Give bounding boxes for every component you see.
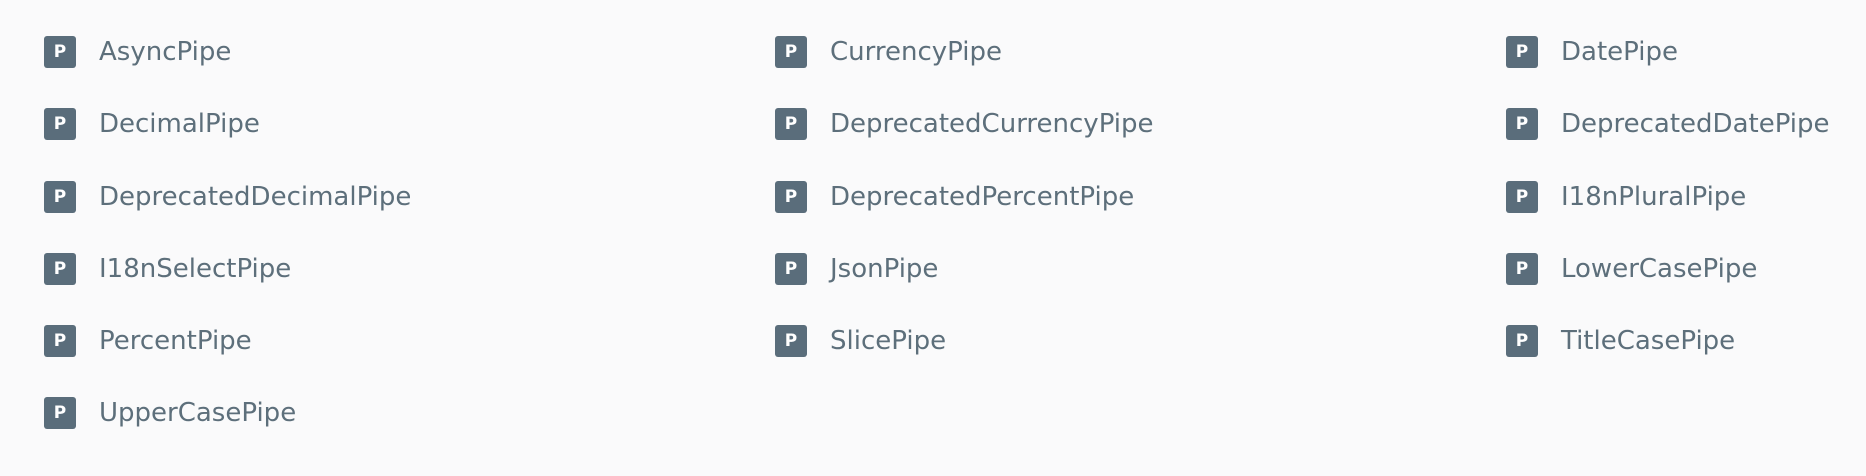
api-item-label: DecimalPipe	[99, 109, 260, 139]
api-item-label: UpperCasePipe	[99, 398, 297, 428]
api-item-percentpipe[interactable]: P PercentPipe	[44, 321, 252, 361]
api-item-deprecateddecimalpipe[interactable]: P DeprecatedDecimalPipe	[44, 177, 411, 217]
pipe-badge-icon: P	[44, 397, 76, 429]
pipe-badge-icon: P	[44, 108, 76, 140]
api-item-label: DeprecatedPercentPipe	[830, 182, 1135, 212]
api-item-uppercasepipe[interactable]: P UpperCasePipe	[44, 393, 296, 433]
api-item-label: LowerCasePipe	[1561, 254, 1758, 284]
pipe-badge-icon: P	[775, 36, 807, 68]
pipe-badge-icon: P	[1506, 181, 1538, 213]
api-item-deprecatedpercentpipe[interactable]: P DeprecatedPercentPipe	[775, 177, 1134, 217]
api-item-deprecateddatepipe[interactable]: P DeprecatedDatePipe	[1506, 104, 1830, 144]
api-item-currencypipe[interactable]: P CurrencyPipe	[775, 32, 1002, 72]
api-item-deprecatedcurrencypipe[interactable]: P DeprecatedCurrencyPipe	[775, 104, 1154, 144]
pipe-badge-icon: P	[1506, 253, 1538, 285]
api-item-slicepipe[interactable]: P SlicePipe	[775, 321, 946, 361]
api-item-label: DeprecatedDecimalPipe	[99, 182, 412, 212]
api-item-label: CurrencyPipe	[830, 37, 1002, 67]
api-pipe-list: P AsyncPipe P CurrencyPipe P DatePipe P …	[0, 0, 1866, 476]
api-item-datepipe[interactable]: P DatePipe	[1506, 32, 1678, 72]
pipe-badge-icon: P	[775, 181, 807, 213]
api-item-asyncpipe[interactable]: P AsyncPipe	[44, 32, 231, 72]
pipe-badge-icon: P	[775, 108, 807, 140]
api-item-label: DatePipe	[1561, 37, 1678, 67]
api-item-label: I18nPluralPipe	[1561, 182, 1747, 212]
pipe-badge-icon: P	[775, 253, 807, 285]
pipe-badge-icon: P	[44, 181, 76, 213]
api-item-i18npluralpipe[interactable]: P I18nPluralPipe	[1506, 177, 1746, 217]
api-item-titlecasepipe[interactable]: P TitleCasePipe	[1506, 321, 1735, 361]
pipe-badge-icon: P	[1506, 36, 1538, 68]
api-item-i18nselectpipe[interactable]: P I18nSelectPipe	[44, 249, 291, 289]
pipe-badge-icon: P	[775, 325, 807, 357]
api-item-label: I18nSelectPipe	[99, 254, 292, 284]
pipe-badge-icon: P	[44, 325, 76, 357]
api-item-decimalpipe[interactable]: P DecimalPipe	[44, 104, 260, 144]
pipe-badge-icon: P	[44, 253, 76, 285]
api-item-label: JsonPipe	[830, 254, 939, 284]
api-item-label: TitleCasePipe	[1561, 326, 1736, 356]
pipe-badge-icon: P	[44, 36, 76, 68]
pipe-badge-icon: P	[1506, 108, 1538, 140]
pipe-badge-icon: P	[1506, 325, 1538, 357]
api-item-label: SlicePipe	[830, 326, 947, 356]
api-item-label: DeprecatedCurrencyPipe	[830, 109, 1154, 139]
api-item-label: DeprecatedDatePipe	[1561, 109, 1830, 139]
api-item-jsonpipe[interactable]: P JsonPipe	[775, 249, 938, 289]
api-item-label: AsyncPipe	[99, 37, 232, 67]
api-item-label: PercentPipe	[99, 326, 252, 356]
api-item-lowercasepipe[interactable]: P LowerCasePipe	[1506, 249, 1757, 289]
